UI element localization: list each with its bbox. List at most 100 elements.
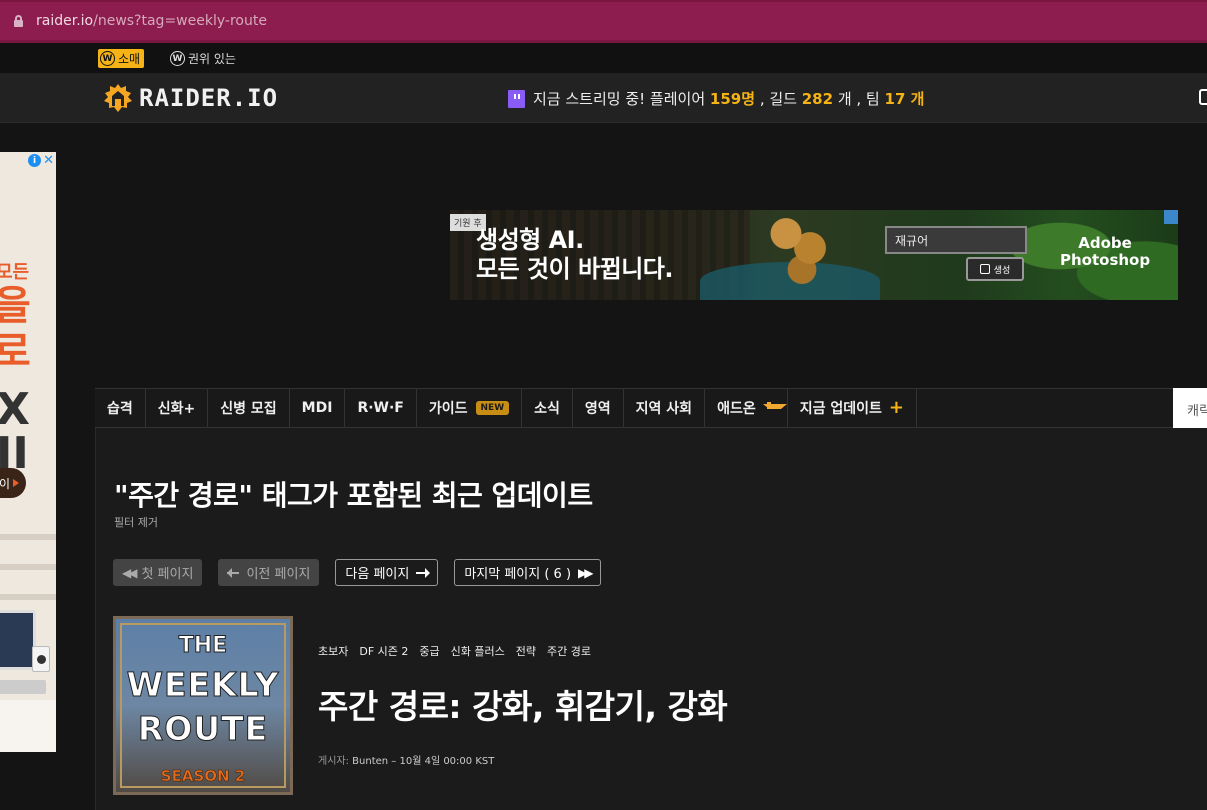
ad-desk-image	[0, 700, 56, 752]
article-byline: 게시자: Bunten – 10월 4일 00:00 KST	[318, 752, 494, 767]
new-badge: NEW	[475, 401, 510, 415]
nav-item-mdi[interactable]: MDI	[290, 389, 346, 427]
banner-advertisement[interactable]: 기원 후 생성형 AI. 모든 것이 바뀝니다. 재규어 생성 Adobe Ph…	[450, 210, 1178, 300]
ad-close-icon[interactable]: ✕	[43, 154, 54, 167]
nav-item-raids[interactable]: 습격	[95, 389, 146, 427]
nav-label: 소식	[534, 401, 560, 417]
nav-item-guides[interactable]: 가이드 NEW	[417, 389, 523, 427]
next-page-button[interactable]: 다음 페이지	[335, 559, 439, 586]
prev-page-label: 이전 페이지	[246, 567, 311, 582]
twitch-icon	[508, 89, 525, 108]
side-advertisement[interactable]: i ✕ 모든 을 로 X II 이	[0, 152, 56, 752]
nav-item-addon[interactable]: 애드온	[705, 389, 788, 427]
ad-cta-label: 이	[0, 476, 10, 491]
skip-back-icon: ◀◀	[122, 565, 138, 580]
nav-item-news[interactable]: 소식	[522, 389, 573, 427]
download-icon	[763, 402, 775, 414]
stream-team-count: 17 개	[884, 90, 925, 108]
main-nav: 습격 신화+ 신병 모집 MDI R·W·F 가이드 NEW 소식 영역 지역 사…	[95, 388, 1207, 428]
nav-label: R·W·F	[357, 400, 404, 416]
nav-item-recruitment[interactable]: 신병 모집	[208, 389, 290, 427]
nav-label: 지금 업데이트	[799, 401, 882, 417]
ad-brand-line: Photoshop	[1060, 251, 1151, 269]
tag-link[interactable]: 전략	[516, 643, 536, 659]
news-content: "주간 경로" 태그가 포함된 최근 업데이트 필터 제거 ◀◀ 첫 페이지 이…	[95, 428, 1207, 810]
ad-headline-line: 생성형 AI.	[476, 226, 584, 254]
arrow-right-icon	[416, 567, 431, 578]
stream-team-label: 개 , 팀	[837, 90, 880, 108]
ad-prompt-input[interactable]: 재규어	[885, 226, 1027, 254]
article-thumbnail[interactable]: THE WEEKLY ROUTE SEASON 2	[113, 616, 293, 795]
nav-label: 습격	[107, 401, 133, 417]
nav-label: 애드온	[717, 401, 756, 417]
ad-shelf	[0, 564, 56, 570]
region-bar: W 소매 W 권위 있는	[0, 43, 1207, 73]
byline-label: 게시자:	[318, 756, 349, 767]
ad-shelf	[0, 594, 56, 600]
stream-guild-label: , 길드	[759, 90, 797, 108]
ad-text-line: 모든	[0, 262, 30, 283]
region-classic-label: 소매	[118, 52, 141, 66]
tag-link[interactable]: 초보자	[318, 643, 348, 659]
tag-link[interactable]: 주간 경로	[547, 643, 591, 659]
nav-item-realms[interactable]: 영역	[573, 389, 624, 427]
ad-info-icon[interactable]: i	[28, 154, 42, 167]
ad-brand: Adobe Photoshop	[1060, 235, 1150, 269]
ad-speaker-image	[32, 646, 50, 672]
ad-text-line: 을	[0, 283, 31, 329]
browser-toolbar: raider.io/news?tag=weekly-route	[0, 0, 1207, 43]
logo-text: RAIDER.IO	[139, 84, 279, 112]
pagination: ◀◀ 첫 페이지 이전 페이지 다음 페이지 마지막 페이지 ( 6 ) ▶▶	[113, 559, 601, 586]
ad-text-line: X II	[0, 384, 30, 479]
stream-prefix: 지금 스트리밍 중! 플레이어	[533, 90, 706, 108]
adchoices-icon[interactable]	[1164, 210, 1178, 224]
article-tags: 초보자 DF 시즌 2 중급 신화 플러스 전략 주간 경로	[318, 643, 591, 659]
thumbnail-text: ROUTE	[137, 709, 269, 749]
url-text[interactable]: raider.io/news?tag=weekly-route	[36, 13, 267, 29]
nav-label: MDI	[301, 400, 333, 416]
region-retail-label: 권위 있는	[188, 52, 236, 66]
ad-text-line: 로	[0, 329, 31, 375]
region-classic-button[interactable]: W 소매	[98, 49, 145, 68]
ad-keyboard-image	[0, 680, 46, 694]
clear-filter-link[interactable]: 필터 제거	[114, 514, 158, 530]
ad-cta-button[interactable]: 이	[0, 468, 26, 498]
discord-icon[interactable]	[1199, 89, 1207, 105]
tag-link[interactable]: DF 시즌 2	[359, 643, 408, 659]
nav-label: 신병 모집	[220, 401, 277, 417]
last-page-button[interactable]: 마지막 페이지 ( 6 ) ▶▶	[454, 559, 601, 586]
ad-generate-label: 생성	[993, 265, 1011, 276]
plus-icon: +	[888, 397, 904, 418]
ad-headline-line: 모든 것이 바뀝니다.	[476, 255, 673, 283]
ad-generate-button[interactable]: 생성	[966, 257, 1024, 281]
play-icon	[13, 479, 19, 487]
ad-controls: i ✕	[28, 154, 54, 167]
raiderio-logo-icon	[104, 84, 132, 112]
first-page-label: 첫 페이지	[141, 567, 194, 582]
thumbnail-text: THE	[178, 633, 228, 659]
stream-guild-count: 282	[801, 89, 834, 108]
tag-link[interactable]: 신화 플러스	[451, 643, 505, 659]
ad-brand-line: Adobe	[1078, 234, 1132, 252]
wow-logo-icon: W	[100, 51, 115, 66]
nav-item-rwf[interactable]: R·W·F	[345, 389, 417, 427]
tag-link[interactable]: 중급	[419, 643, 439, 659]
first-page-button[interactable]: ◀◀ 첫 페이지	[113, 559, 203, 586]
nav-item-mythic-plus[interactable]: 신화+	[146, 389, 209, 427]
ad-jaguar-image	[762, 212, 842, 284]
address-bar[interactable]: raider.io/news?tag=weekly-route	[0, 2, 1207, 40]
nav-item-update-now[interactable]: 지금 업데이트 +	[788, 389, 917, 427]
ad-headline: 생성형 AI. 모든 것이 바뀝니다.	[476, 226, 673, 284]
nav-label: 신화+	[157, 401, 196, 417]
skip-forward-icon: ▶▶	[578, 565, 594, 580]
site-logo[interactable]: RAIDER.IO	[103, 83, 278, 113]
site-header: RAIDER.IO 지금 스트리밍 중! 플레이어 159명 , 길드 282 …	[0, 73, 1207, 123]
character-search-input[interactable]: 캐릭	[1173, 388, 1207, 428]
prev-page-button[interactable]: 이전 페이지	[218, 559, 320, 586]
region-retail-button[interactable]: W 권위 있는	[170, 49, 236, 68]
live-stream-info[interactable]: 지금 스트리밍 중! 플레이어 159명 , 길드 282 개 , 팀 17 개	[508, 88, 924, 109]
nav-item-community[interactable]: 지역 사회	[624, 389, 706, 427]
generate-icon	[979, 264, 990, 274]
article-title[interactable]: 주간 경로: 강화, 휘감기, 강화	[318, 680, 728, 728]
stream-player-count: 159명	[709, 90, 756, 108]
